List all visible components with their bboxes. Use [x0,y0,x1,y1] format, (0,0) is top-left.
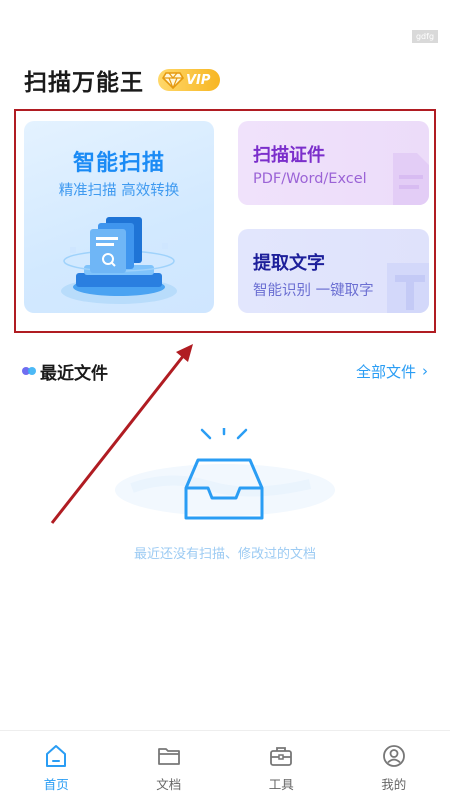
tab-tools-label: 工具 [268,777,294,792]
tab-profile-label: 我的 [381,777,407,792]
app-header: 扫描万能王 VIP [24,62,221,98]
recent-files-header: 最近文件 全部文件 › [22,358,428,384]
extract-text-title: 提取文字 [253,253,325,274]
app-title: 扫描万能王 [24,70,144,96]
all-files-label: 全部文件 [355,362,416,381]
scanner-illustration-icon [61,217,177,304]
chevron-right-icon: › [422,362,428,380]
section-dots-icon [22,366,38,376]
smart-scan-subtitle: 精准扫描 高效转换 [58,183,180,199]
bottom-tabbar: 首页 文档 工具 我的 [0,730,450,801]
home-icon [46,745,67,767]
tab-documents-label: 文档 [156,777,182,792]
all-files-link[interactable]: 全部文件 › [356,361,428,382]
document-deco-icon [393,153,429,205]
scan-id-title: 扫描证件 [253,145,325,166]
tab-documents[interactable]: 文档 [113,731,226,801]
scan-id-card[interactable]: 扫描证件 PDF/Word/Excel [238,121,429,205]
recent-files-title: 最近文件 [40,363,108,384]
tab-home-label: 首页 [43,777,69,792]
toolbox-icon [270,747,293,766]
empty-inbox-icon [115,428,335,520]
tab-profile[interactable]: 我的 [338,731,450,801]
watermark-label: gdfg [412,30,438,43]
user-icon [382,745,405,767]
vip-label: VIP [186,72,211,88]
text-deco-icon [387,263,429,313]
diamond-icon [162,72,184,89]
scan-id-subtitle: PDF/Word/Excel [253,171,367,187]
vip-badge[interactable]: VIP [158,69,221,91]
smart-scan-card[interactable]: 智能扫描 精准扫描 高效转换 [24,121,214,313]
empty-state-text: 最近还没有扫描、修改过的文档 [133,547,316,562]
extract-text-card[interactable]: 提取文字 智能识别 一键取字 [238,229,429,313]
smart-scan-title: 智能扫描 [72,151,165,176]
tab-home[interactable]: 首页 [0,731,113,801]
folder-icon [157,748,180,765]
tab-tools[interactable]: 工具 [225,731,338,801]
extract-text-subtitle: 智能识别 一键取字 [253,283,374,299]
